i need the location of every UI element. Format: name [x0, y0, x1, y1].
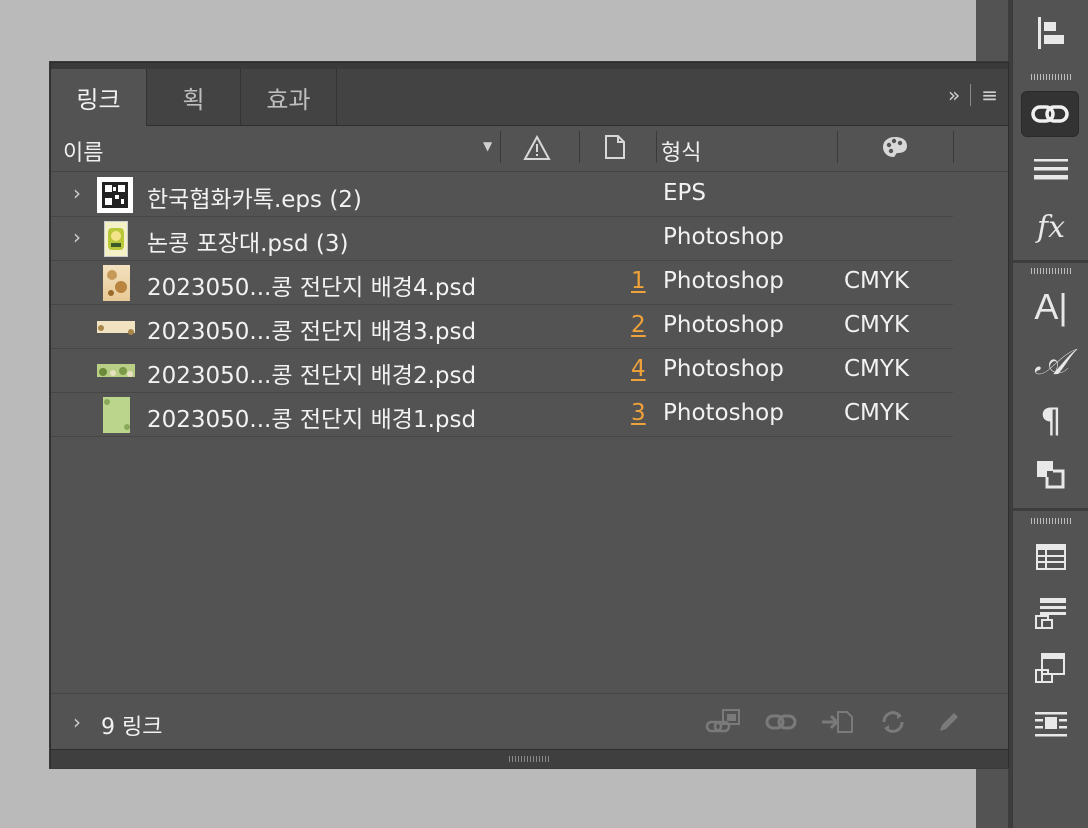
relink-from-cc-icon[interactable]: [705, 708, 741, 736]
link-page-number[interactable]: 1: [631, 268, 646, 294]
dock-grip[interactable]: [1031, 74, 1071, 80]
edit-original-icon[interactable]: [931, 708, 967, 736]
background-thumbnail: [97, 364, 135, 377]
links-panel: 링크 획 효과 » ≡ 이름 ▼ 형식 › 한국협화카톡.eps (2) EPS…: [50, 62, 1009, 768]
link-name: 논콩 포장대.psd (3): [147, 231, 349, 257]
qr-thumbnail: [97, 177, 133, 213]
resize-grip[interactable]: [509, 756, 549, 762]
column-divider: [953, 131, 954, 163]
stroke-icon[interactable]: [1021, 146, 1081, 192]
background-thumbnail: [97, 321, 135, 335]
link-name: 한국협화카톡.eps (2): [147, 187, 362, 213]
links-icon[interactable]: [1021, 91, 1079, 137]
link-row[interactable]: 2023050...콩 전단지 배경1.psd 3 Photoshop CMYK: [51, 393, 953, 437]
glyphs-icon[interactable]: 𝒜: [1021, 340, 1081, 386]
link-color-space: CMYK: [844, 356, 910, 382]
paragraph-icon[interactable]: ¶: [1021, 398, 1081, 444]
right-dock: fx A| 𝒜 ¶: [1012, 0, 1088, 828]
dock-separator: [1013, 260, 1088, 263]
dock-grip[interactable]: [1031, 268, 1071, 274]
column-header: 이름 ▼ 형식: [51, 125, 1008, 172]
warning-column-icon[interactable]: [523, 134, 551, 165]
link-row[interactable]: 2023050...콩 전단지 배경4.psd 1 Photoshop CMYK: [51, 261, 953, 305]
align-icon[interactable]: [1021, 10, 1081, 56]
link-color-space: CMYK: [844, 268, 910, 294]
expand-panel-icon[interactable]: »: [948, 83, 960, 107]
link-name: 2023050...콩 전단지 배경1.psd: [147, 407, 477, 433]
tools-divider: [970, 84, 972, 106]
background-thumbnail: [103, 265, 130, 301]
expand-chevron-icon[interactable]: ›: [73, 225, 81, 249]
update-link-icon[interactable]: [875, 708, 911, 736]
tab-stroke[interactable]: 획: [147, 69, 241, 125]
character-styles-icon[interactable]: [1021, 646, 1081, 692]
link-format: Photoshop: [663, 312, 784, 338]
dock-grip[interactable]: [1031, 518, 1071, 524]
paragraph-styles-icon[interactable]: [1021, 590, 1081, 636]
background-thumbnail: [103, 397, 130, 433]
color-space-column-icon[interactable]: [881, 135, 909, 163]
column-divider: [500, 131, 501, 163]
panel-menu-icon[interactable]: ≡: [981, 83, 998, 107]
package-thumbnail: [104, 221, 128, 257]
tab-effects[interactable]: 효과: [241, 69, 337, 125]
link-page-number[interactable]: 3: [631, 400, 646, 426]
page-column-icon[interactable]: [604, 134, 626, 164]
link-name: 2023050...콩 전단지 배경3.psd: [147, 319, 477, 345]
link-format: Photoshop: [663, 268, 784, 294]
fx-icon[interactable]: fx: [1021, 204, 1081, 250]
table-icon[interactable]: [1021, 534, 1081, 580]
link-info-chevron-icon[interactable]: ›: [73, 710, 81, 734]
link-page-number[interactable]: 2: [631, 312, 646, 338]
text-wrap-icon[interactable]: [1021, 702, 1081, 748]
link-page-number[interactable]: 4: [631, 356, 646, 382]
link-name: 2023050...콩 전단지 배경2.psd: [147, 363, 477, 389]
sort-dropdown-icon[interactable]: ▼: [483, 139, 492, 153]
column-name[interactable]: 이름: [63, 135, 103, 167]
pathfinder-icon[interactable]: [1021, 452, 1081, 498]
go-to-link-icon[interactable]: [819, 708, 855, 736]
character-icon[interactable]: A|: [1021, 284, 1081, 330]
column-format[interactable]: 형식: [661, 135, 701, 167]
link-format: Photoshop: [663, 224, 784, 250]
panel-tools: » ≡: [948, 83, 998, 107]
column-divider: [579, 131, 580, 163]
link-row[interactable]: 2023050...콩 전단지 배경2.psd 4 Photoshop CMYK: [51, 349, 953, 393]
panel-tabs: 링크 획 효과 » ≡: [51, 69, 1008, 126]
link-count: 9 링크: [101, 715, 163, 740]
relink-icon[interactable]: [763, 708, 799, 736]
link-row[interactable]: › 논콩 포장대.psd (3) Photoshop: [51, 217, 953, 261]
link-name: 2023050...콩 전단지 배경4.psd: [147, 275, 477, 301]
link-format: Photoshop: [663, 400, 784, 426]
panel-resize-bar[interactable]: [51, 749, 1008, 768]
link-color-space: CMYK: [844, 312, 910, 338]
dock-separator: [1013, 508, 1088, 511]
link-format: Photoshop: [663, 356, 784, 382]
panel-footer: › 9 링크: [51, 693, 1008, 750]
tab-links[interactable]: 링크: [51, 69, 147, 126]
link-row[interactable]: › 한국협화카톡.eps (2) EPS: [51, 173, 953, 217]
column-divider: [837, 131, 838, 163]
column-divider: [656, 131, 657, 163]
link-format: EPS: [663, 180, 707, 206]
expand-chevron-icon[interactable]: ›: [73, 181, 81, 205]
link-row[interactable]: 2023050...콩 전단지 배경3.psd 2 Photoshop CMYK: [51, 305, 953, 349]
link-color-space: CMYK: [844, 400, 910, 426]
